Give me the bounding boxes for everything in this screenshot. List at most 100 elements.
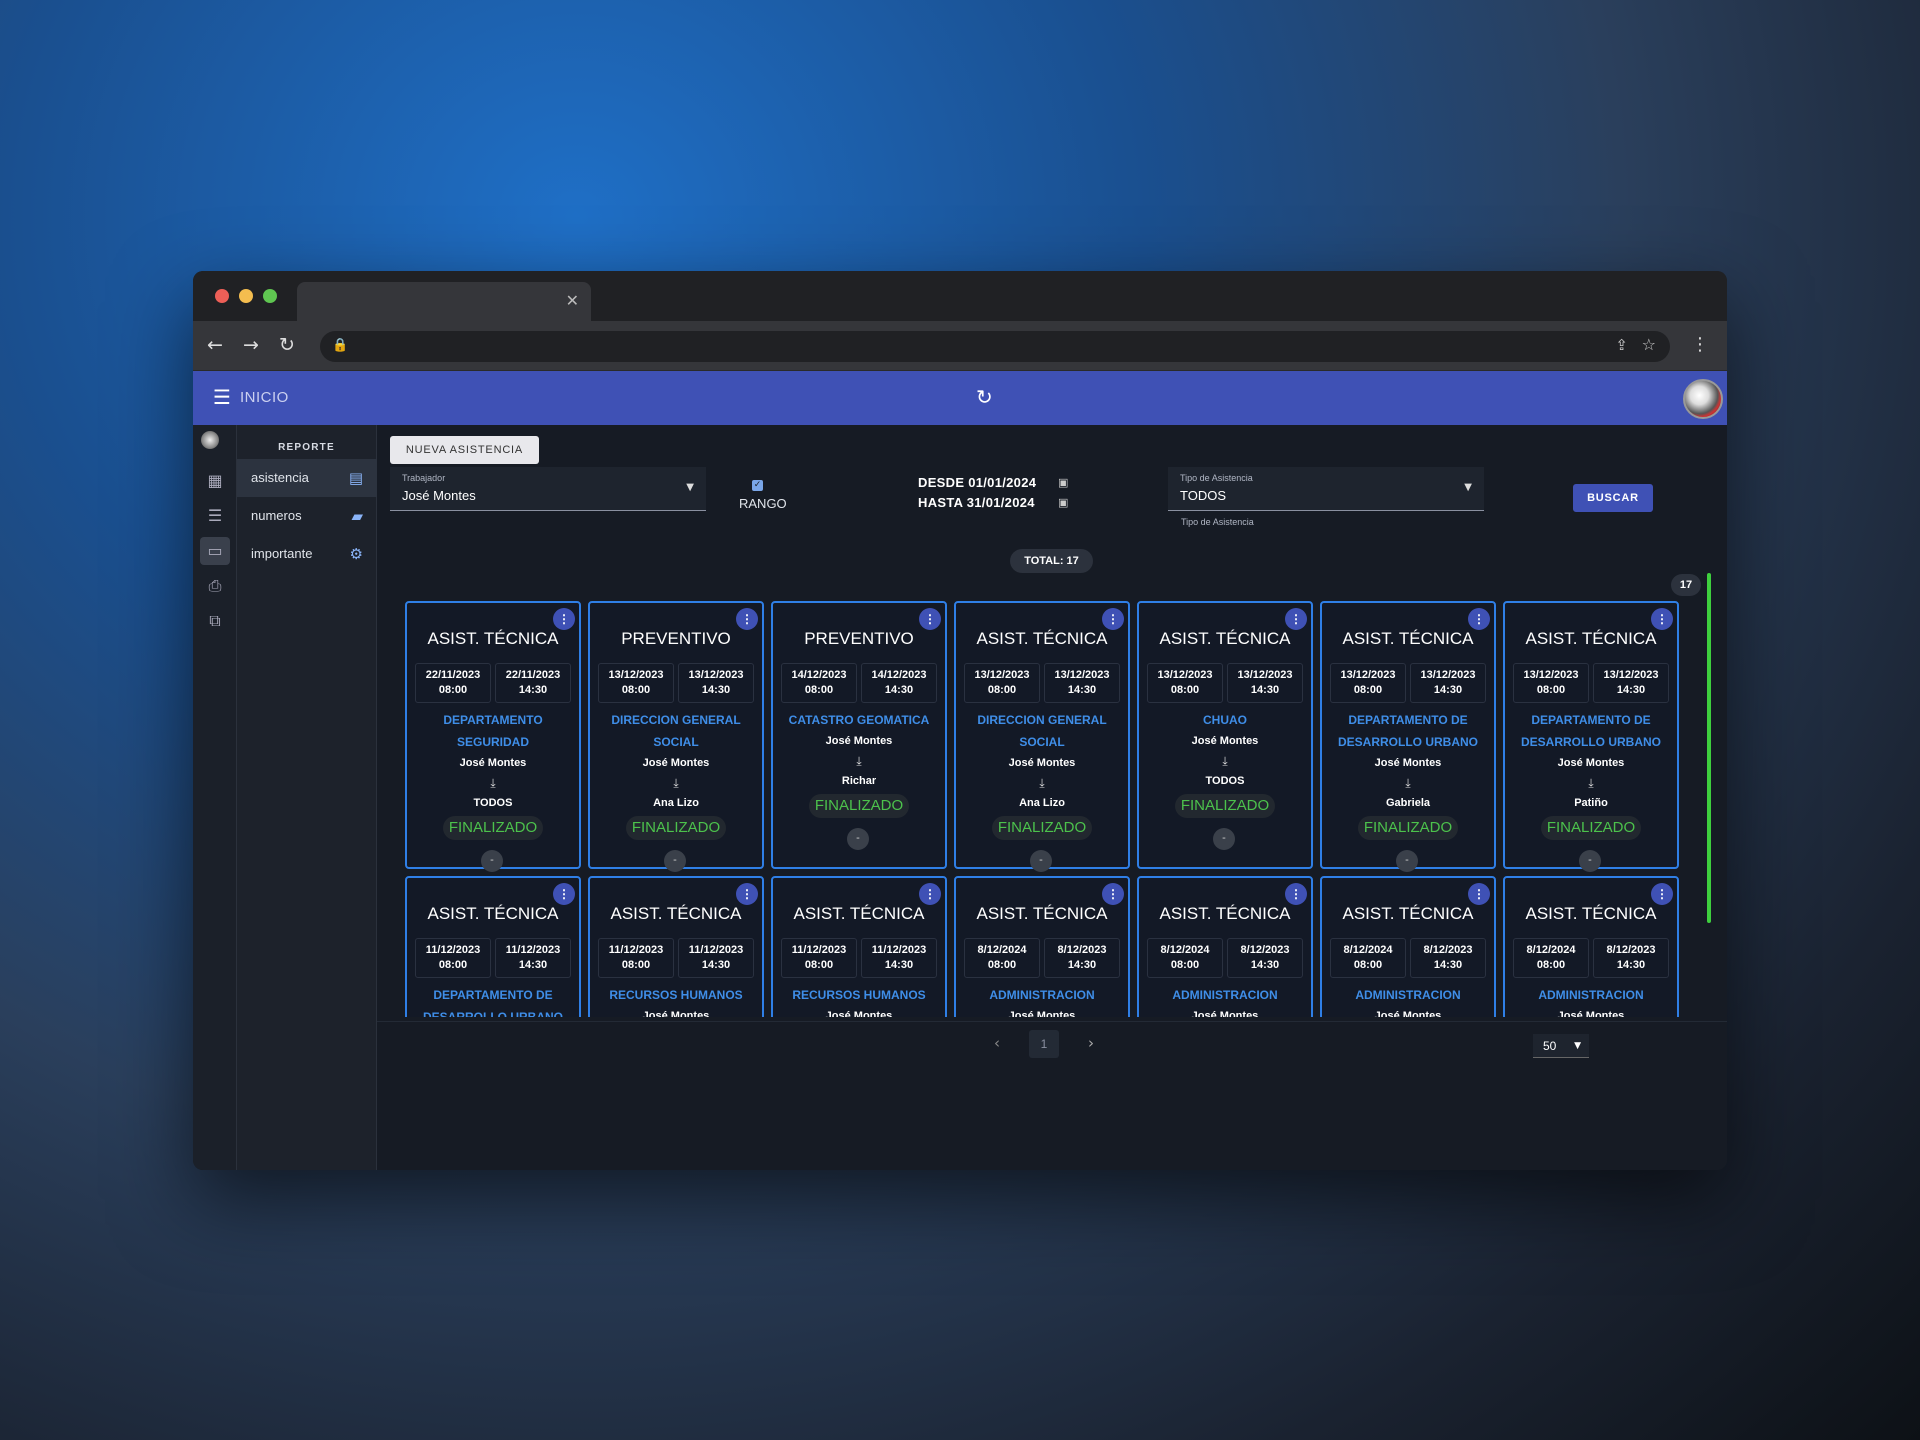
status-badge: FINALIZADO <box>443 816 543 840</box>
reload-icon[interactable]: ↻ <box>279 334 295 356</box>
asistencia-card[interactable]: ⋮ ASIST. TÉCNICA 13/12/2023 08:00 13/12/2023… <box>1503 601 1679 872</box>
start-date: 11/12/2023 <box>791 944 847 956</box>
close-tab-icon[interactable]: ✕ <box>566 291 579 311</box>
expand-button[interactable]: - <box>1213 828 1235 850</box>
page-title[interactable]: INICIO <box>240 389 289 406</box>
info-button[interactable]: ⋮ <box>1102 608 1124 630</box>
forward-arrow-icon[interactable]: → <box>243 334 259 356</box>
asistencia-card[interactable]: ⋮ ASIST. TÉCNICA 8/12/2024 08:00 8/12/2023 14… <box>1137 876 1313 1017</box>
monitor-icon[interactable]: ▭ <box>200 537 230 565</box>
info-button[interactable]: ⋮ <box>553 608 575 630</box>
end-time: 14:30 <box>518 684 548 696</box>
info-button[interactable]: ⋮ <box>1102 883 1124 905</box>
asistencia-card[interactable]: ⋮ PREVENTIVO 13/12/2023 08:00 13/12/2023 14:3… <box>588 601 764 872</box>
info-button[interactable]: ⋮ <box>1651 883 1673 905</box>
share-icon[interactable]: ⇪ <box>1615 336 1628 354</box>
back-arrow-icon[interactable]: ← <box>207 334 223 356</box>
info-button[interactable]: ⋮ <box>1468 608 1490 630</box>
minimize-window-button[interactable] <box>239 289 253 303</box>
hasta-date[interactable]: HASTA 31/01/2024 <box>918 495 1035 510</box>
pagination-bar: ‹ 1 › 50 ▼ <box>377 1021 1727 1071</box>
info-button[interactable]: ⋮ <box>736 883 758 905</box>
page-size-select[interactable]: 50 ▼ <box>1533 1034 1589 1058</box>
date-range: 13/12/2023 08:00 13/12/2023 14:30 <box>964 663 1120 703</box>
info-button[interactable]: ⋮ <box>1468 883 1490 905</box>
sitemap-icon[interactable]: ⧉ <box>200 607 230 635</box>
end-date: 13/12/2023 <box>1420 669 1476 681</box>
department-label: DESARROLLO URBANO <box>1338 735 1478 749</box>
sidebar-item-asistencia[interactable]: asistencia ▤ <box>237 459 377 497</box>
date-range: 11/12/2023 08:00 11/12/2023 14:30 <box>598 938 754 978</box>
expand-button[interactable]: - <box>1030 850 1052 872</box>
sidebar-item-importante[interactable]: importante ⚙ <box>237 535 377 573</box>
expand-button[interactable]: - <box>847 828 869 850</box>
browser-menu-icon[interactable]: ⋮ <box>1691 334 1709 355</box>
expand-button[interactable]: - <box>664 850 686 872</box>
end-date: 11/12/2023 <box>505 944 561 956</box>
asistencia-card[interactable]: ⋮ ASIST. TÉCNICA 13/12/2023 08:00 13/12/2023… <box>954 601 1130 872</box>
chevron-right-icon[interactable]: › <box>1088 1034 1094 1052</box>
user-avatar[interactable] <box>1683 379 1723 419</box>
close-window-button[interactable] <box>215 289 229 303</box>
asistencia-card[interactable]: ⋮ ASIST. TÉCNICA 13/12/2023 08:00 13/12/2023… <box>1320 601 1496 872</box>
sidebar-item-numeros[interactable]: numeros ▰ <box>237 497 377 535</box>
assistance-type: ASIST. TÉCNICA <box>1525 629 1657 648</box>
end-time: 14:30 <box>1616 959 1646 971</box>
bookmark-star-icon[interactable]: ☆ <box>1642 335 1656 354</box>
desde-date[interactable]: DESDE 01/01/2024 <box>918 475 1036 490</box>
info-button[interactable]: ⋮ <box>736 608 758 630</box>
department-label: ADMINISTRACION <box>1538 988 1644 1002</box>
info-button[interactable]: ⋮ <box>919 883 941 905</box>
worker-name: José Montes <box>1191 735 1259 747</box>
expand-button[interactable]: - <box>1579 850 1601 872</box>
trabajador-select[interactable]: Trabajador José Montes ▼ <box>390 467 706 511</box>
asistencia-card[interactable]: ⋮ ASIST. TÉCNICA 11/12/2023 08:00 11/12/2023… <box>588 876 764 1017</box>
calendar-icon[interactable]: ▣ <box>1058 476 1068 489</box>
worker-name: José Montes <box>1374 757 1442 769</box>
asistencia-card[interactable]: ⋮ ASIST. TÉCNICA 11/12/2023 08:00 11/12/2023… <box>771 876 947 1017</box>
start-time: 08:00 <box>621 684 651 696</box>
start-datetime: 13/12/2023 08:00 <box>1147 663 1223 703</box>
department-label: DESARROLLO URBANO <box>423 1010 563 1017</box>
start-date: 13/12/2023 <box>1523 669 1579 681</box>
printer-icon[interactable]: ⎙ <box>200 572 230 600</box>
asistencia-card[interactable]: ⋮ ASIST. TÉCNICA 22/11/2023 08:00 22/11/2023… <box>405 601 581 872</box>
info-button[interactable]: ⋮ <box>1285 883 1307 905</box>
refresh-icon[interactable]: ↻ <box>976 385 993 409</box>
asistencia-card[interactable]: ⋮ ASIST. TÉCNICA 8/12/2024 08:00 8/12/2023 14… <box>1320 876 1496 1017</box>
file-chart-icon: ▤ <box>348 469 363 487</box>
scrollbar[interactable] <box>1707 573 1711 923</box>
maximize-window-button[interactable] <box>263 289 277 303</box>
address-bar[interactable]: 🔒 ⇪ ☆ <box>320 331 1670 362</box>
asistencia-card[interactable]: ⋮ ASIST. TÉCNICA 11/12/2023 08:00 11/12/2023… <box>405 876 581 1017</box>
info-button[interactable]: ⋮ <box>1285 608 1307 630</box>
buscar-button[interactable]: BUSCAR <box>1573 484 1653 512</box>
page-number-button[interactable]: 1 <box>1029 1030 1059 1058</box>
info-button[interactable]: ⋮ <box>919 608 941 630</box>
department-label: DEPARTAMENTO <box>443 713 543 727</box>
tipo-asistencia-select[interactable]: Tipo de Asistencia TODOS ▼ <box>1168 467 1484 511</box>
info-button[interactable]: ⋮ <box>553 883 575 905</box>
expand-button[interactable]: - <box>481 850 503 872</box>
department-label: SEGURIDAD <box>456 735 529 749</box>
dashboard-icon[interactable]: ▦ <box>200 467 230 495</box>
chevron-left-icon[interactable]: ‹ <box>994 1034 1000 1052</box>
end-date: 22/11/2023 <box>505 669 561 681</box>
asistencia-card[interactable]: ⋮ PREVENTIVO 14/12/2023 08:00 14/12/2023 14:3… <box>771 601 947 869</box>
asistencia-card[interactable]: ⋮ ASIST. TÉCNICA 13/12/2023 08:00 13/12/2023… <box>1137 601 1313 869</box>
worker-name: José Montes <box>1557 1010 1625 1017</box>
expand-button[interactable]: - <box>1396 850 1418 872</box>
rango-checkbox[interactable]: ✓ <box>752 480 763 491</box>
nueva-asistencia-button[interactable]: NUEVA ASISTENCIA <box>390 436 539 464</box>
info-button[interactable]: ⋮ <box>1651 608 1673 630</box>
end-date: 13/12/2023 <box>1237 669 1293 681</box>
asistencia-card[interactable]: ⋮ ASIST. TÉCNICA 8/12/2024 08:00 8/12/2023 14… <box>954 876 1130 1017</box>
asistencia-card[interactable]: ⋮ ASIST. TÉCNICA 8/12/2024 08:00 8/12/2023 14… <box>1503 876 1679 1017</box>
hamburger-menu-icon[interactable]: ☰ <box>213 385 231 409</box>
checklist-icon[interactable]: ☰ <box>200 502 230 530</box>
browser-tab[interactable]: ✕ <box>297 282 591 321</box>
start-time: 08:00 <box>621 959 651 971</box>
date-range: 8/12/2024 08:00 8/12/2023 14:30 <box>1513 938 1669 978</box>
calendar-icon[interactable]: ▣ <box>1058 496 1068 509</box>
start-time: 08:00 <box>1170 684 1200 696</box>
